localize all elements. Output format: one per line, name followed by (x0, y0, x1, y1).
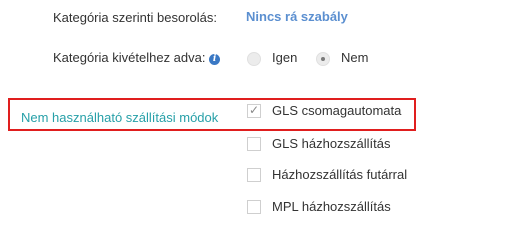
radio-igen[interactable] (247, 52, 261, 66)
radio-nem-label[interactable]: Nem (341, 50, 368, 65)
info-icon[interactable]: i (209, 54, 221, 65)
category-exception-row-label: Kategória kivételhez adva: i (53, 50, 221, 65)
checkbox-mpl-hazhozszallitas[interactable] (247, 200, 261, 214)
checkbox-hazhozszallitas-futarral-label[interactable]: Házhozszállítás futárral (272, 167, 407, 182)
checkbox-mpl-hazhozszallitas-label[interactable]: MPL házhozszállítás (272, 199, 391, 214)
checkbox-hazhozszallitas-futarral[interactable] (247, 168, 261, 182)
checkbox-gls-hazhozszallitas[interactable] (247, 137, 261, 151)
checkbox-gls-hazhozszallitas-label[interactable]: GLS házhozszállítás (272, 136, 391, 151)
radio-nem[interactable] (316, 52, 330, 66)
category-classification-label: Kategória szerinti besorolás: (52, 10, 217, 25)
checkbox-gls-csomagautomata-label[interactable]: GLS csomagautomata (272, 103, 401, 118)
category-classification-value[interactable]: Nincs rá szabály (246, 9, 348, 24)
category-exception-label: Kategória kivételhez adva: (53, 50, 206, 65)
unusable-shipping-methods-label: Nem használható szállítási módok (21, 110, 219, 125)
checkbox-gls-csomagautomata[interactable]: ✓ (247, 103, 261, 118)
check-icon: ✓ (249, 103, 260, 117)
radio-igen-label[interactable]: Igen (272, 50, 297, 65)
